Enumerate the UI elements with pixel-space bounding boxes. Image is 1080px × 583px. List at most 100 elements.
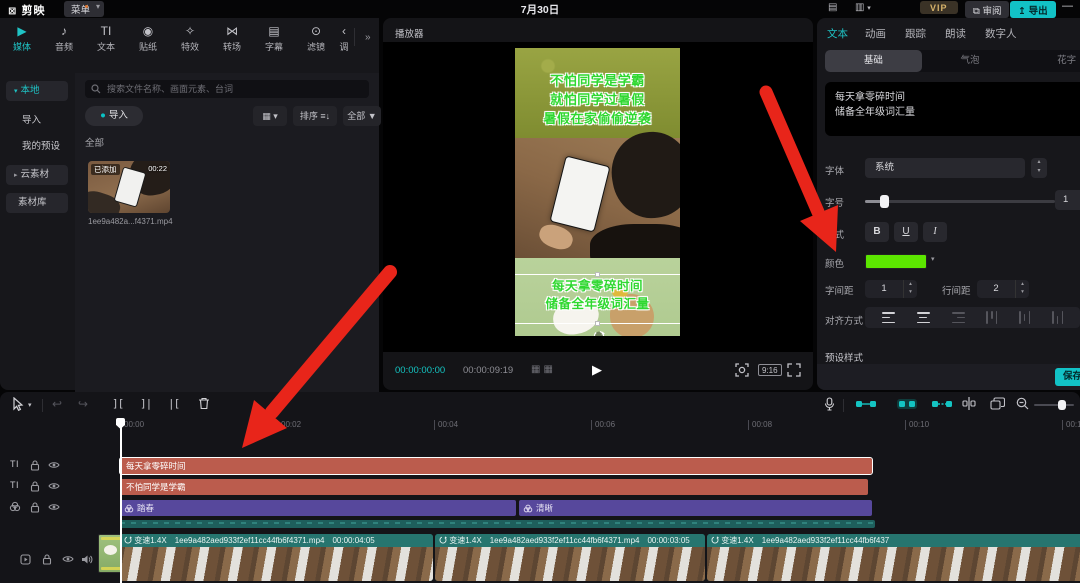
undo-icon[interactable]: ↩ <box>52 397 62 411</box>
slider-knob[interactable] <box>880 195 889 208</box>
tab-tracking[interactable]: 跟踪 <box>905 26 926 41</box>
playhead[interactable] <box>120 418 122 583</box>
align-vertical-bottom-icon[interactable] <box>1052 311 1063 324</box>
sidebar-item-library[interactable]: 素材库 <box>6 193 68 213</box>
video-preview[interactable]: m 不怕同学是学霸 就怕同学过暑假 暑假在家偷偷逆袭 每天拿零碎时间 储备全年级… <box>515 48 680 336</box>
trim-left-icon[interactable]: ]| <box>140 397 151 410</box>
tab-adjust-partial[interactable]: ‹调 <box>330 24 358 53</box>
line-spacing-field[interactable]: 2 <box>977 280 1015 298</box>
tab-text[interactable]: TI文本 <box>86 24 126 53</box>
trim-right-icon[interactable]: |[ <box>168 397 179 410</box>
eye-icon[interactable] <box>48 460 60 470</box>
text-clip-selected[interactable]: 每天拿零碎时间 <box>120 458 872 474</box>
zoom-slider-knob[interactable] <box>1058 400 1066 410</box>
filter-button[interactable]: 全部 ▼ <box>343 106 381 126</box>
search-bar[interactable] <box>85 80 369 98</box>
lock-icon[interactable] <box>30 481 40 492</box>
filter-clip[interactable]: 清晰 <box>519 500 872 516</box>
lock-icon[interactable] <box>30 460 40 471</box>
view-toggle-button[interactable]: ▦ ▾ <box>253 106 287 126</box>
panel-layout-icon[interactable]: ▥ ▾ <box>855 2 871 13</box>
rotate-handle-icon[interactable] <box>593 330 605 336</box>
vip-badge[interactable]: VIP <box>920 1 958 14</box>
preview-focus-icon[interactable] <box>735 363 749 377</box>
color-swatch[interactable] <box>865 254 927 269</box>
tab-animation[interactable]: 动画 <box>865 26 886 41</box>
save-preset-button[interactable]: 保存 <box>1055 368 1080 386</box>
play-button[interactable]: ▶ <box>592 362 602 378</box>
video-clip[interactable]: 变速1.4X1ee9a482aed933f2ef11cc44fb6f437 <box>707 534 1080 581</box>
layout-icon[interactable]: ▤ <box>828 2 837 13</box>
review-button[interactable]: ⧉ 审阅 <box>965 1 1009 18</box>
align-vertical-center-icon[interactable] <box>1019 311 1030 324</box>
import-button[interactable]: ●导入 <box>85 106 143 126</box>
underline-button[interactable]: U <box>894 222 918 242</box>
lock-icon[interactable] <box>30 502 40 513</box>
tab-sticker[interactable]: ◉贴纸 <box>128 24 168 53</box>
player-viewport[interactable]: m 不怕同学是学霸 就怕同学过暑假 暑假在家偷偷逆袭 每天拿零碎时间 储备全年级… <box>383 42 813 352</box>
subtab-bubble[interactable]: 气泡 <box>922 50 1019 72</box>
sidebar-item-cloud[interactable]: ▸云素材 <box>6 165 68 185</box>
split-icon[interactable]: ][ <box>112 397 123 410</box>
linkage-toggle-icon[interactable] <box>932 399 952 409</box>
subtab-fancy-text[interactable]: 花字 <box>1018 50 1080 72</box>
overlap-clips-icon[interactable] <box>990 397 1005 410</box>
align-center-icon[interactable] <box>917 312 930 323</box>
text-selection-box[interactable] <box>515 274 680 324</box>
lock-icon[interactable] <box>42 554 52 565</box>
tab-digital-human[interactable]: 数字人 <box>985 26 1017 41</box>
font-stepper[interactable]: ▴▾ <box>1031 158 1047 178</box>
zoom-out-icon[interactable] <box>1016 397 1029 410</box>
italic-button[interactable]: I <box>923 222 947 242</box>
eye-icon[interactable] <box>48 502 60 512</box>
more-tabs-arrow[interactable]: » <box>365 32 371 43</box>
bold-button[interactable]: B <box>865 222 889 242</box>
preview-quality-icons[interactable]: ▦▦ <box>531 364 556 375</box>
letter-spacing-stepper[interactable]: ▴▾ <box>903 280 917 298</box>
delete-icon[interactable] <box>198 397 210 410</box>
aspect-ratio-badge[interactable]: 9:16 <box>758 364 782 376</box>
media-item[interactable]: 已添加 00:22 1ee9a482a...f4371.mp4 <box>88 161 170 235</box>
record-voiceover-icon[interactable] <box>824 397 835 411</box>
selection-handle[interactable] <box>595 272 600 277</box>
link-preview-toggle-icon[interactable] <box>856 399 876 409</box>
tab-text-settings[interactable]: 文本 <box>827 26 848 41</box>
tab-transition[interactable]: ⋈转场 <box>212 24 252 53</box>
font-select[interactable]: 系统 <box>865 158 1025 178</box>
sort-button[interactable]: 排序 ≡↓ <box>293 106 337 126</box>
font-size-slider[interactable] <box>865 200 1055 203</box>
export-button[interactable]: ↥ 导出 <box>1010 1 1056 18</box>
select-tool-icon[interactable] <box>12 397 25 411</box>
sidebar-item-local[interactable]: ▾本地 <box>6 81 68 101</box>
timeline-ruler[interactable]: 00:00 00:02 00:04 00:06 00:08 00:10 00:1… <box>0 418 1080 432</box>
filter-clip[interactable]: 踏春 <box>120 500 516 516</box>
tab-reading[interactable]: 朗读 <box>945 26 966 41</box>
font-size-field[interactable]: 1 <box>1055 190 1080 210</box>
collapsed-audio-strip[interactable] <box>120 520 875 528</box>
text-content-input[interactable]: 每天拿零碎时间 储备全年级词汇量 <box>825 82 1080 136</box>
tab-captions[interactable]: ▤字幕 <box>254 24 294 53</box>
redo-icon[interactable]: ↪ <box>78 397 88 411</box>
tab-audio[interactable]: ♪音频 <box>44 24 84 53</box>
subtab-basic[interactable]: 基础 <box>825 50 922 72</box>
media-thumbnail[interactable]: 已添加 00:22 <box>88 161 170 213</box>
eye-icon[interactable] <box>62 554 74 564</box>
video-clip[interactable]: 变速1.4X1ee9a482aed933f2ef11cc44fb6f4371.m… <box>435 534 705 581</box>
align-left-icon[interactable] <box>882 312 895 323</box>
tab-effects[interactable]: ✧特效 <box>170 24 210 53</box>
menu-button[interactable]: 菜单▾ <box>64 1 104 17</box>
sidebar-item-presets[interactable]: 我的预设 <box>6 137 68 157</box>
timeline-zoom-slider[interactable] <box>1034 404 1074 406</box>
letter-spacing-field[interactable]: 1 <box>865 280 903 298</box>
title-overlay[interactable]: 不怕同学是学霸 就怕同学过暑假 暑假在家偷偷逆袭 <box>515 72 680 129</box>
cover-thumbnail[interactable] <box>98 534 122 573</box>
speaker-icon[interactable] <box>81 554 93 565</box>
text-clip[interactable]: 不怕同学是学霸 <box>120 479 868 495</box>
auto-snap-toggle-icon[interactable] <box>896 398 918 410</box>
sidebar-item-import[interactable]: 导入 <box>6 111 68 131</box>
selection-handle[interactable] <box>595 321 600 326</box>
search-input[interactable] <box>107 80 362 98</box>
handle-adjust-icon[interactable] <box>962 397 976 410</box>
video-clip[interactable]: 变速1.4X1ee9a482aed933f2ef11cc44fb6f4371.m… <box>120 534 433 581</box>
align-right-icon[interactable] <box>952 312 965 323</box>
